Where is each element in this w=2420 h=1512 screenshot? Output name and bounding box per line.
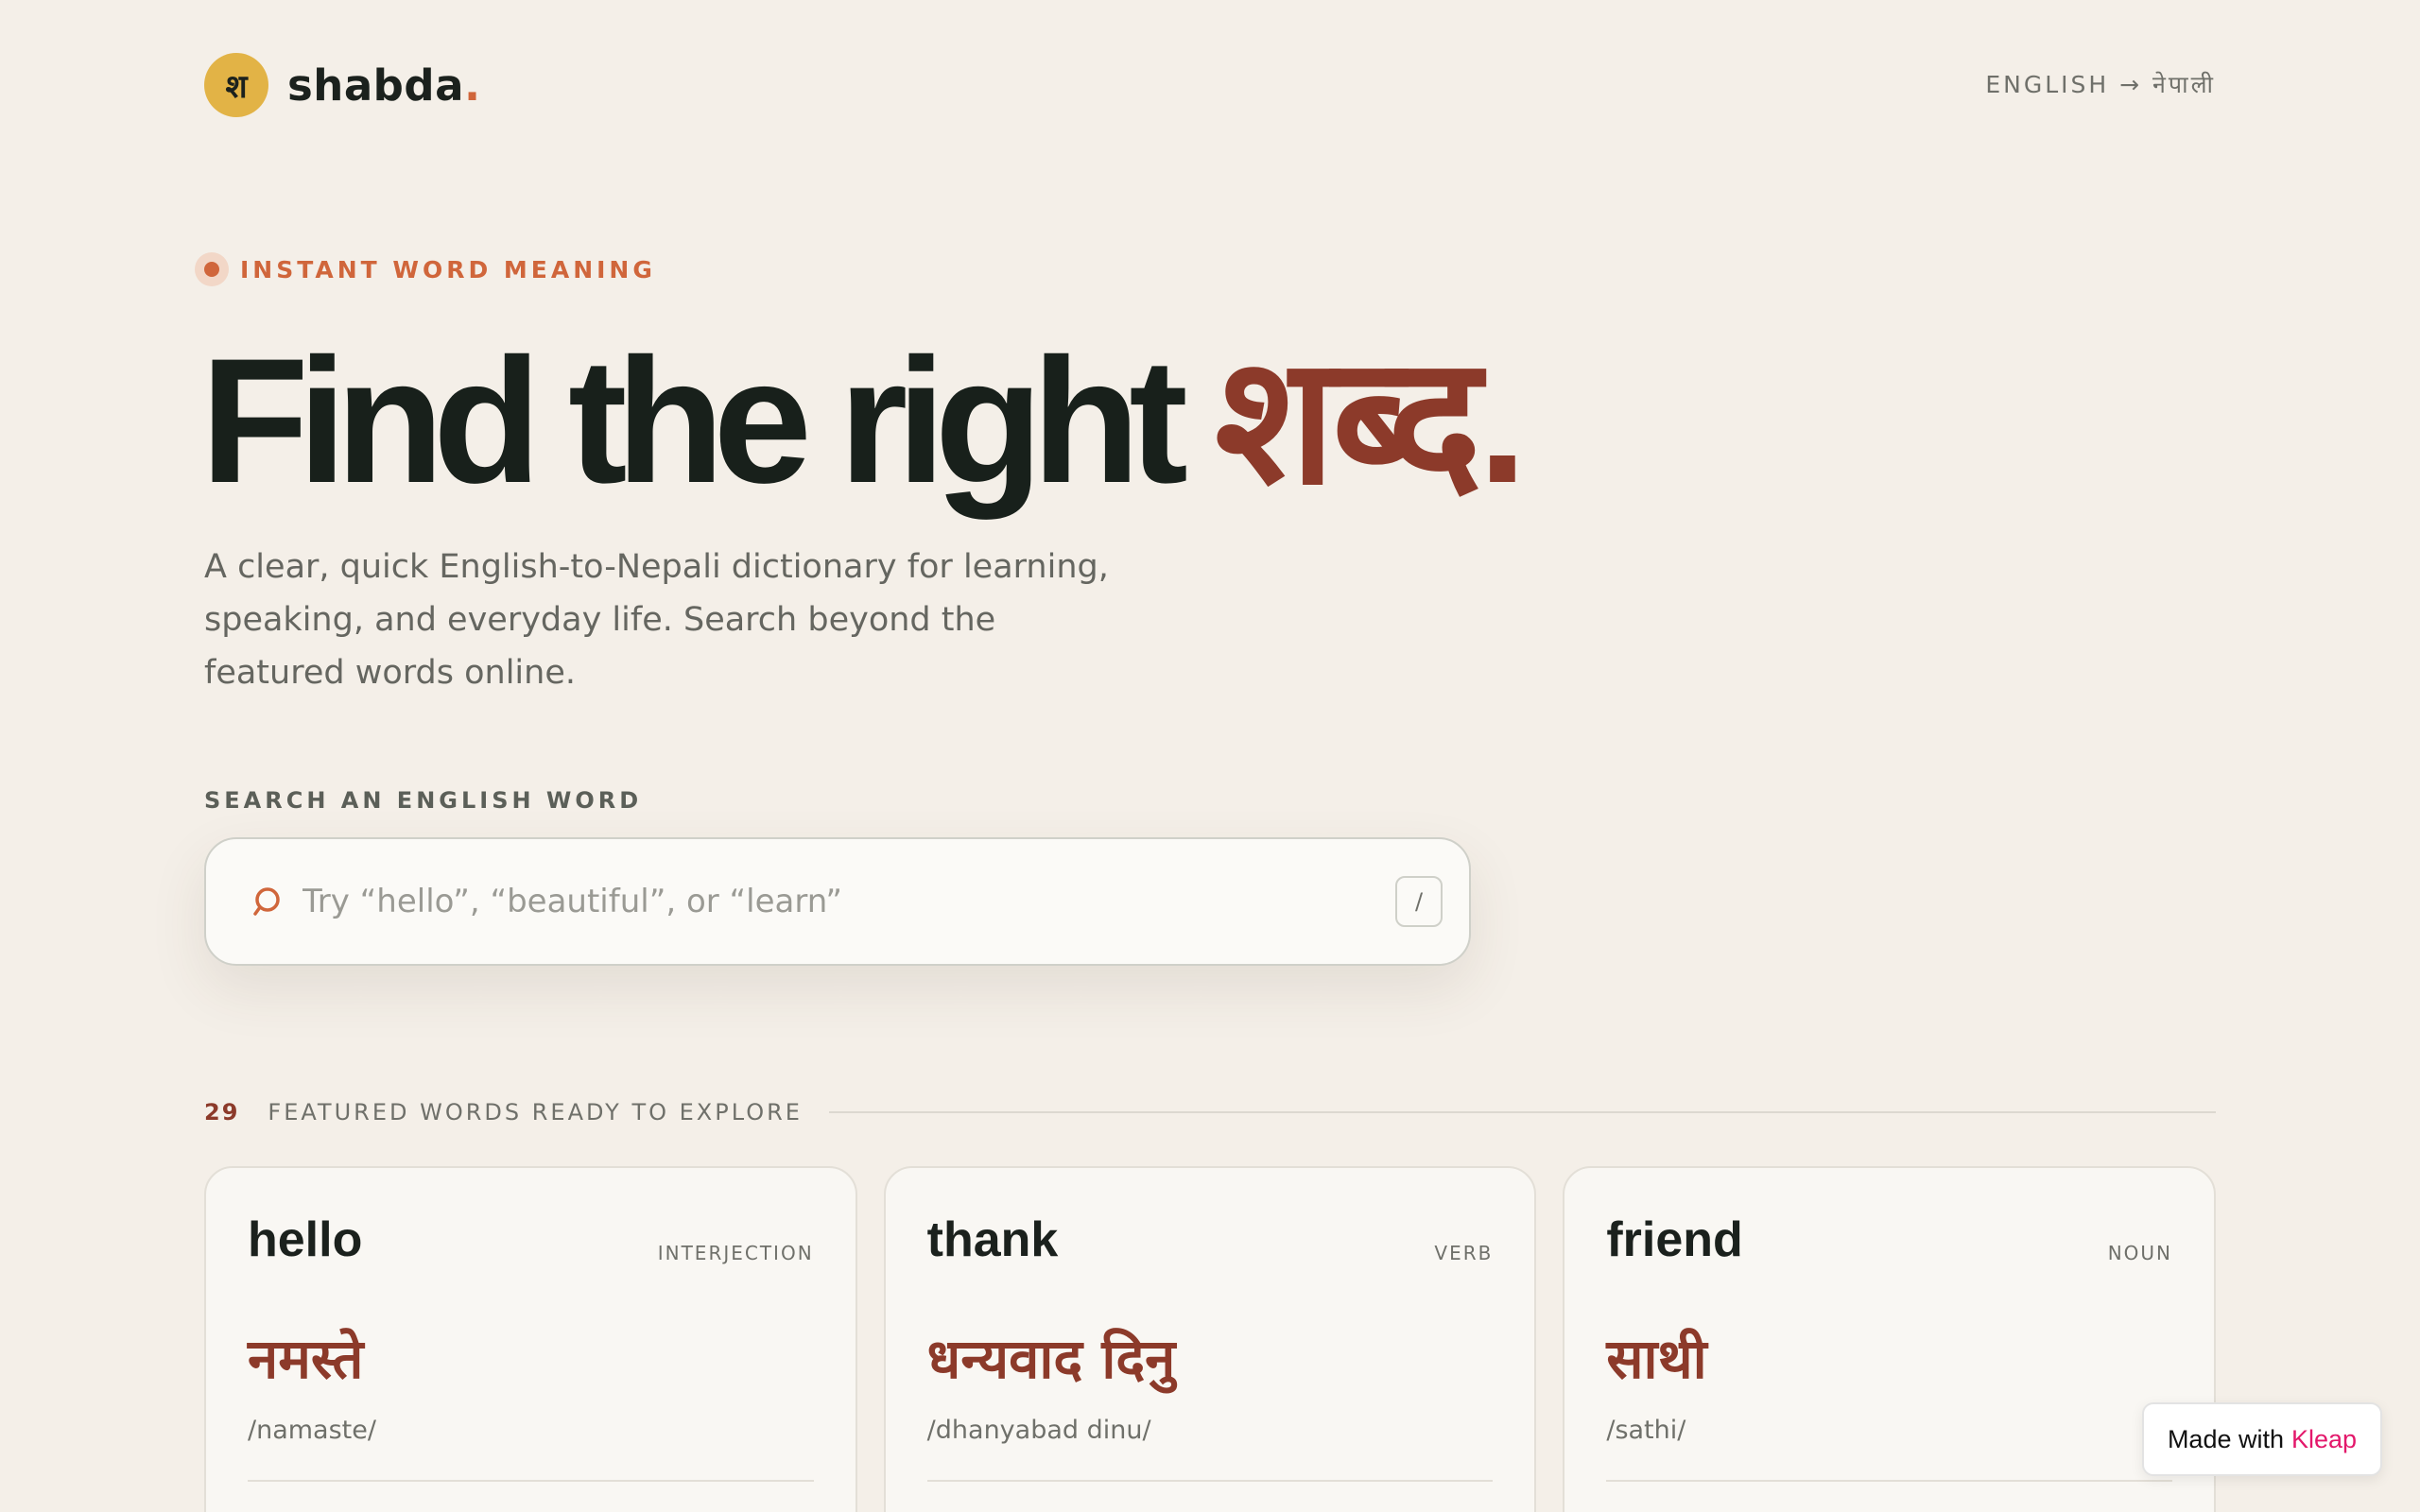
hero-subtitle: A clear, quick English-to-Nepali diction… xyxy=(204,548,1109,692)
featured-header: 29 FEATURED WORDS READY TO EXPLORE xyxy=(204,1099,2216,1125)
made-with-text: Made with xyxy=(2167,1424,2284,1453)
hero-title-accent: शब्द. xyxy=(1215,321,1528,520)
featured-count: 29 xyxy=(204,1099,240,1125)
dot-icon xyxy=(204,262,219,277)
card-nepali: धन्यवाद दिनु xyxy=(926,1327,1176,1391)
card-nepali: साथी xyxy=(1606,1327,1707,1391)
word-card[interactable]: thank VERB धन्यवाद दिनु /dhanyabad dinu/ xyxy=(883,1166,1537,1512)
card-romanization: /sathi/ xyxy=(1606,1416,1686,1445)
brand-dot: . xyxy=(463,60,481,111)
header: श shabda. xyxy=(204,52,481,118)
search-icon xyxy=(253,887,280,916)
featured-label: FEATURED WORDS READY TO EXPLORE xyxy=(268,1099,803,1125)
search-label: SEARCH AN ENGLISH WORD xyxy=(204,787,643,814)
card-romanization: /namaste/ xyxy=(248,1416,376,1445)
card-divider xyxy=(248,1480,814,1482)
hero-title: Find the right शब्द. xyxy=(200,321,1528,520)
card-word: friend xyxy=(1606,1212,1743,1267)
word-card[interactable]: hello INTERJECTION नमस्ते /namaste/ xyxy=(204,1166,857,1512)
logo-badge[interactable]: श xyxy=(204,53,268,117)
word-cards: hello INTERJECTION नमस्ते /namaste/ than… xyxy=(204,1166,2217,1512)
divider xyxy=(828,1111,2216,1113)
search-input[interactable] xyxy=(302,883,1395,920)
language-direction: ENGLISH → नेपाली xyxy=(1985,71,2216,98)
eyebrow-dot-icon xyxy=(195,252,229,286)
card-word: hello xyxy=(248,1212,363,1267)
brand-text: shabda xyxy=(287,60,464,111)
brand-name[interactable]: shabda. xyxy=(287,60,481,111)
eyebrow: INSTANT WORD MEANING xyxy=(195,252,656,286)
hero-title-main: Find the right xyxy=(200,321,1216,520)
page: श shabda. ENGLISH → नेपाली INSTANT WORD … xyxy=(0,0,2420,1512)
search-box[interactable]: / xyxy=(204,837,1471,966)
card-divider xyxy=(926,1480,1494,1482)
card-part-of-speech: NOUN xyxy=(2107,1242,2173,1264)
card-part-of-speech: VERB xyxy=(1434,1242,1494,1264)
card-part-of-speech: INTERJECTION xyxy=(657,1242,814,1264)
card-nepali: नमस्ते xyxy=(248,1327,364,1391)
made-with-kleap-badge[interactable]: Made with Kleap xyxy=(2142,1402,2382,1476)
kleap-link[interactable]: Kleap xyxy=(2291,1425,2357,1454)
word-card[interactable]: friend NOUN साथी /sathi/ xyxy=(1563,1166,2217,1512)
keyboard-shortcut-hint: / xyxy=(1395,876,1443,927)
card-word: thank xyxy=(926,1212,1059,1267)
eyebrow-text: INSTANT WORD MEANING xyxy=(240,255,656,284)
card-divider xyxy=(1606,1480,2173,1482)
card-romanization: /dhanyabad dinu/ xyxy=(926,1416,1151,1445)
